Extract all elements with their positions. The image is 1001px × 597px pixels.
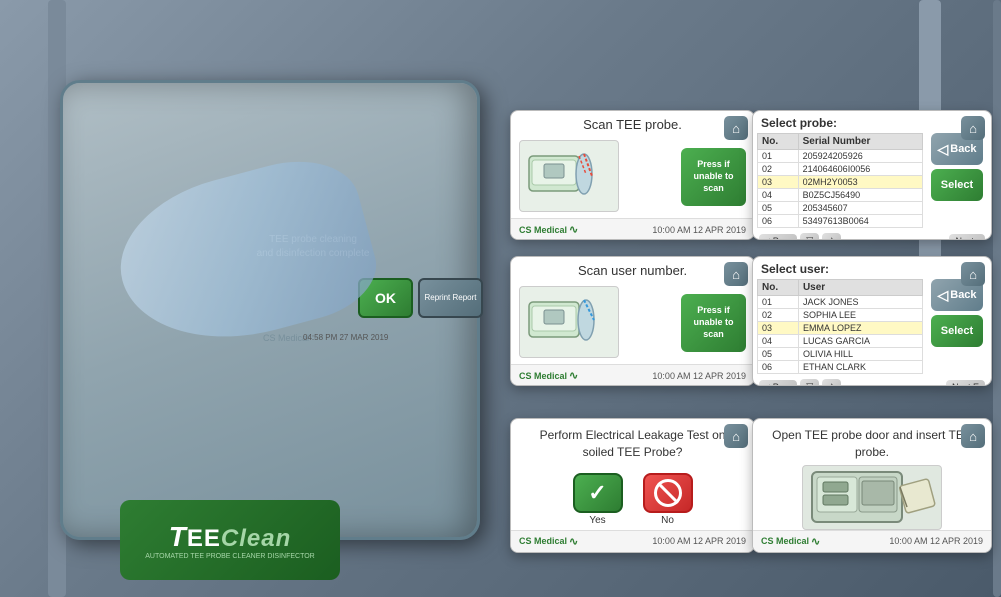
tee-clean-sub: AUTOMATED TEE PROBE CLEANER DISINFECTOR xyxy=(145,553,314,560)
scan-user-footer-logo: CS Medical ∿ xyxy=(519,369,578,382)
open-door-panel: Open TEE probe door and insert TEE probe… xyxy=(752,418,992,553)
table-row[interactable]: 05205345607 xyxy=(758,202,923,215)
table-row[interactable]: 04LUCAS GARCIA xyxy=(758,335,923,348)
table-row[interactable]: 0302MH2Y0053 xyxy=(758,176,923,189)
select-probe-select-button[interactable]: Select xyxy=(931,169,983,201)
table-row[interactable]: 06ETHAN CLARK xyxy=(758,361,923,374)
select-probe-down-button[interactable]: ▽ xyxy=(800,233,819,240)
scan-user-panel: Scan user number. ⌂ Press if unable to s… xyxy=(510,256,755,386)
table-row[interactable]: 03EMMA LOPEZ xyxy=(758,322,923,335)
scan-user-image xyxy=(519,286,619,358)
electrical-title: Perform Electrical Leakage Test on soile… xyxy=(511,419,754,465)
machine-reprint-button[interactable]: Reprint Report xyxy=(418,278,483,318)
select-probe-nav-bar: < Prev ▽ △ Next ; xyxy=(753,230,991,240)
open-door-home-button[interactable]: ⌂ xyxy=(961,424,985,448)
scan-user-footer: CS Medical ∿ 10:00 AM 12 APR 2019 xyxy=(511,364,754,386)
select-user-title: Select user: xyxy=(753,257,991,279)
select-probe-home-button[interactable]: ⌂ xyxy=(961,116,985,140)
electrical-footer: CS Medical ∿ 10:00 AM 12 APR 2019 xyxy=(511,530,754,552)
select-probe-panel: Select probe: ⌂ No. Serial Number 012059… xyxy=(752,110,992,240)
scan-user-unable-button[interactable]: Press if unable to scan xyxy=(681,294,746,352)
scan-probe-home-button[interactable]: ⌂ xyxy=(724,116,748,140)
electrical-footer-logo: CS Medical ∿ xyxy=(519,535,578,548)
open-door-footer-time: 10:00 AM 12 APR 2019 xyxy=(889,536,983,546)
user-col-name: User xyxy=(798,280,922,296)
user-col-no: No. xyxy=(758,280,799,296)
select-user-table-container: No. User 01JACK JONES02SOPHIA LEE03EMMA … xyxy=(757,279,923,374)
yes-button[interactable]: ✓ xyxy=(573,473,623,513)
scan-probe-footer-logo: CS Medical ∿ xyxy=(519,223,578,236)
open-door-title: Open TEE probe door and insert TEE probe… xyxy=(753,419,991,465)
no-label: No xyxy=(661,515,674,526)
select-user-up-button[interactable]: △ xyxy=(822,379,841,386)
scan-probe-title: Scan TEE probe. xyxy=(511,111,754,136)
tee-clean-logo: TEEClean AUTOMATED TEE PROBE CLEANER DIS… xyxy=(120,500,340,580)
probe-col-no: No. xyxy=(758,134,799,150)
yes-label: Yes xyxy=(589,515,605,526)
scan-probe-image xyxy=(519,140,619,212)
scan-user-title: Scan user number. xyxy=(511,257,754,282)
select-user-nav-bar: < Prev ▽ △ Next E xyxy=(753,376,991,386)
select-user-next-button[interactable]: Next E xyxy=(946,380,985,387)
yes-no-buttons: ✓ Yes No xyxy=(511,465,754,530)
table-row[interactable]: 02SOPHIA LEE xyxy=(758,309,923,322)
user-scan-illustration xyxy=(524,292,614,352)
select-user-home-button[interactable]: ⌂ xyxy=(961,262,985,286)
scan-probe-footer-time: 10:00 AM 12 APR 2019 xyxy=(652,225,746,235)
table-row[interactable]: 05OLIVIA HILL xyxy=(758,348,923,361)
scan-probe-footer: CS Medical ∿ 10:00 AM 12 APR 2019 xyxy=(511,218,754,240)
pipe-right xyxy=(993,0,1001,597)
select-probe-side-buttons: ◁ Back Select xyxy=(927,133,987,228)
probe-illustration xyxy=(524,146,614,206)
no-button[interactable] xyxy=(643,473,693,513)
table-row[interactable]: 0653497613B0064 xyxy=(758,215,923,228)
electrical-footer-time: 10:00 AM 12 APR 2019 xyxy=(652,536,746,546)
table-row[interactable]: 01205924205926 xyxy=(758,150,923,163)
select-user-side-buttons: ◁ Back Select xyxy=(927,279,987,374)
select-probe-table: No. Serial Number 0120592420592602214064… xyxy=(757,133,923,228)
machine-date: 04:58 PM 27 MAR 2019 xyxy=(303,333,388,342)
select-user-table: No. User 01JACK JONES02SOPHIA LEE03EMMA … xyxy=(757,279,923,374)
scan-probe-unable-button[interactable]: Press if unable to scan xyxy=(681,148,746,206)
select-probe-next-button[interactable]: Next ; xyxy=(949,234,985,241)
table-row[interactable]: 04B0Z5CJ56490 xyxy=(758,189,923,202)
select-probe-table-container: No. Serial Number 0120592420592602214064… xyxy=(757,133,923,228)
select-user-select-button[interactable]: Select xyxy=(931,315,983,347)
select-user-down-button[interactable]: ▽ xyxy=(800,379,819,386)
select-probe-up-button[interactable]: △ xyxy=(822,233,841,240)
electrical-home-button[interactable]: ⌂ xyxy=(724,424,748,448)
door-image xyxy=(802,465,942,530)
open-door-footer: CS Medical ∿ 10:00 AM 12 APR 2019 xyxy=(753,530,991,552)
no-symbol xyxy=(654,479,682,507)
select-user-panel: Select user: ⌂ No. User 01JACK JONES02SO… xyxy=(752,256,992,386)
probe-col-serial: Serial Number xyxy=(798,134,922,150)
table-row[interactable]: 01JACK JONES xyxy=(758,296,923,309)
scan-probe-panel: Scan TEE probe. ⌂ Press if unable to sca… xyxy=(510,110,755,240)
open-door-footer-logo: CS Medical ∿ xyxy=(761,535,820,548)
electrical-leakage-panel: Perform Electrical Leakage Test on soile… xyxy=(510,418,755,553)
select-probe-title: Select probe: xyxy=(753,111,991,133)
scan-user-footer-time: 10:00 AM 12 APR 2019 xyxy=(652,371,746,381)
select-probe-prev-button[interactable]: < Prev xyxy=(759,234,797,241)
select-user-prev-button[interactable]: < Prev xyxy=(759,380,797,387)
door-machine-illustration xyxy=(807,467,937,527)
table-row[interactable]: 02214064606I0056 xyxy=(758,163,923,176)
scan-user-home-button[interactable]: ⌂ xyxy=(724,262,748,286)
